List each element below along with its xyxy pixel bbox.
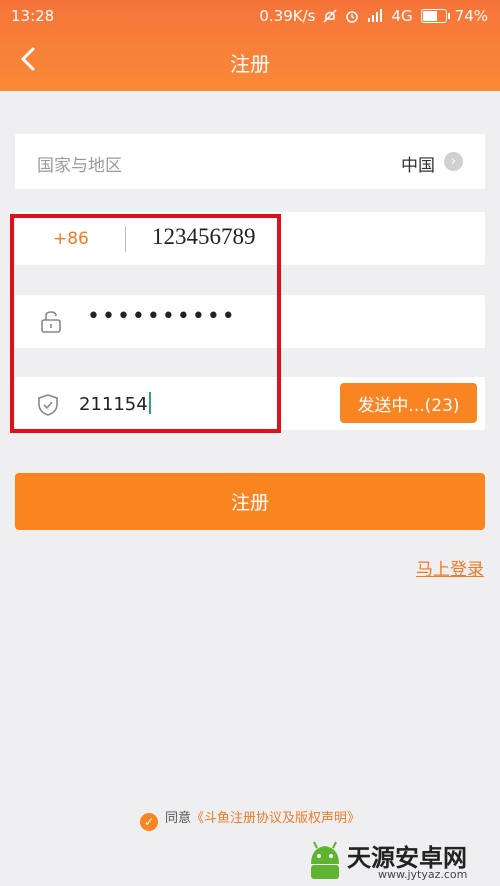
status-bar: 13:28 0.39K/s 4G 74% (0, 0, 500, 32)
android-logo-icon (311, 841, 339, 879)
check-icon[interactable]: ✓ (139, 813, 158, 831)
login-link[interactable]: 马上登录 (416, 555, 484, 580)
text-cursor (148, 392, 151, 414)
app-header: 13:28 0.39K/s 4G 74% 注册 (0, 0, 500, 91)
agree-prefix: 同意 (164, 811, 191, 826)
send-code-button[interactable]: 发送中...(23) (340, 383, 477, 423)
agreement: ✓ 同意《斗鱼注册协议及版权声明》 (0, 807, 500, 831)
region-value: 中国 (401, 156, 435, 176)
code-input[interactable]: 211154 (79, 392, 151, 415)
battery-percent: 74% (454, 7, 488, 25)
password-field[interactable]: •••••••••• (15, 295, 485, 348)
network-speed: 0.39K/s (259, 7, 316, 25)
watermark: 天源安卓网 www.jytyaz.com (303, 834, 500, 886)
phone-input[interactable]: 123456789 (152, 224, 256, 250)
chevron-right-icon: › (444, 152, 463, 171)
mute-icon (323, 9, 338, 23)
password-input[interactable]: •••••••••• (87, 304, 237, 329)
status-time: 13:28 (11, 7, 55, 25)
region-label: 国家与地区 (37, 156, 122, 176)
watermark-url: www.jytyaz.com (378, 868, 468, 881)
network-type: 4G (391, 7, 413, 25)
signal-icon (368, 9, 383, 22)
country-code[interactable]: +86 (53, 229, 89, 249)
status-indicators: 0.39K/s 4G 74% (259, 7, 488, 25)
code-value: 211154 (79, 394, 148, 415)
phone-field[interactable]: +86 123456789 (15, 212, 485, 265)
battery-icon (420, 9, 450, 23)
shield-icon (38, 394, 58, 416)
lock-icon (41, 311, 61, 333)
page-title: 注册 (230, 52, 270, 76)
alarm-icon (346, 11, 359, 23)
divider (125, 226, 126, 252)
register-button[interactable]: 注册 (15, 473, 485, 530)
region-selector[interactable]: 国家与地区 中国 › (15, 134, 485, 189)
agreement-link[interactable]: 《斗鱼注册协议及版权声明》 (191, 811, 360, 826)
verification-code-field[interactable]: 211154 发送中...(23) (15, 377, 485, 430)
